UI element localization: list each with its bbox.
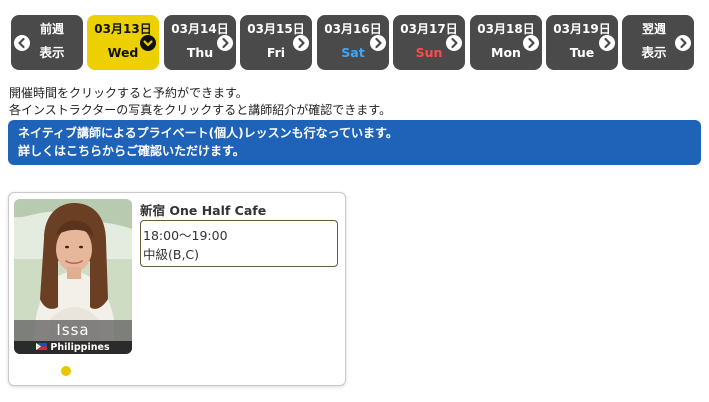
venue-name: 新宿 One Half Cafe [140, 203, 267, 218]
chevron-right-icon [370, 35, 386, 51]
instructions: 開催時間をクリックすると予約ができます。 各インストラクターの写真をクリックする… [9, 85, 391, 119]
chevron-right-icon [446, 35, 462, 51]
date-navigation: 前週 表示 03月13日 Wed 03月14日 Thu 03月15日 Fri 0… [11, 15, 695, 70]
chevron-right-icon [675, 35, 691, 51]
status-dot [61, 366, 71, 376]
day-tab-wed[interactable]: 03月13日 Wed [87, 15, 159, 70]
day-tab-mon[interactable]: 03月18日 Mon [470, 15, 542, 70]
chevron-right-icon [293, 35, 309, 51]
instruction-reserve: 開催時間をクリックすると予約ができます。 [9, 86, 248, 100]
banner-line-2: 詳しくはこちらからご確認いただけます。 [18, 144, 245, 158]
instructor-country: Philippines [14, 341, 132, 354]
lesson-level: 中級(B,C) [143, 247, 200, 262]
country-label: Philippines [50, 342, 110, 353]
private-lesson-banner[interactable]: ネイティブ講師によるプライベート(個人)レッスンも行なっています。 詳しくはこち… [8, 120, 701, 165]
day-tab-sun[interactable]: 03月17日 Sun [393, 15, 465, 70]
instructor-photo[interactable]: Issa Philippines [14, 199, 132, 354]
day-tab-fri[interactable]: 03月15日 Fri [240, 15, 312, 70]
instruction-profile: 各インストラクターの写真をクリックすると講師紹介が確認できます。 [9, 103, 392, 117]
lesson-card: Issa Philippines 新宿 One Half Cafe 18:00～… [8, 192, 346, 386]
chevron-down-icon [140, 35, 156, 51]
chevron-right-icon [523, 35, 539, 51]
next-week-button[interactable]: 翌週 表示 [622, 15, 694, 70]
banner-line-1: ネイティブ講師によるプライベート(個人)レッスンも行なっています。 [18, 126, 398, 140]
day-tab-sat[interactable]: 03月16日 Sat [317, 15, 389, 70]
lesson-time: 18:00～19:00 [143, 228, 228, 243]
prev-week-sublabel: 表示 [39, 45, 65, 60]
prev-week-button[interactable]: 前週 表示 [11, 15, 83, 70]
lesson-time-slot[interactable]: 18:00～19:00 中級(B,C) [140, 220, 338, 267]
day-tab-tue[interactable]: 03月19日 Tue [546, 15, 618, 70]
day-tab-thu[interactable]: 03月14日 Thu [164, 15, 236, 70]
chevron-right-icon [217, 35, 233, 51]
chevron-right-icon [599, 35, 615, 51]
prev-week-label: 前週 [39, 22, 64, 36]
instructor-name: Issa [14, 320, 132, 341]
philippines-flag-icon [36, 343, 48, 350]
